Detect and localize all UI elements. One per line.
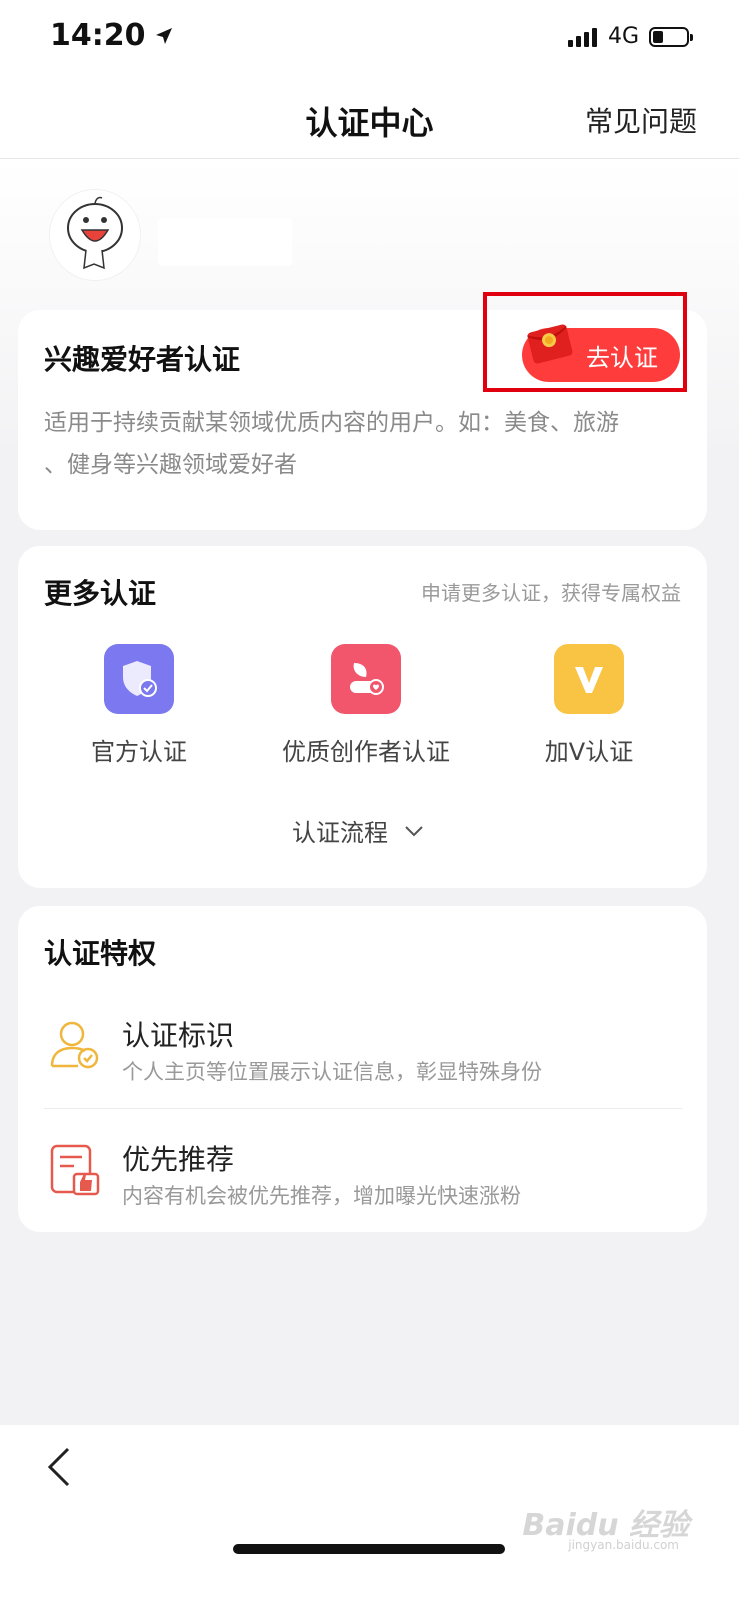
shield-check-icon (123, 661, 157, 697)
more-card-subtitle: 申请更多认证，获得专属权益 (421, 581, 681, 605)
status-indicators: 4G (567, 24, 693, 49)
official-verification-icon[interactable] (104, 644, 174, 714)
v-verification-label[interactable]: 加V认证 (520, 732, 658, 767)
thumbs-up-doc-icon (50, 1144, 100, 1196)
quality-creator-verification-label[interactable]: 优质创作者认证 (268, 732, 464, 767)
official-verification-label[interactable]: 官方认证 (60, 732, 218, 767)
username-placeholder (158, 218, 292, 266)
location-arrow-icon (155, 27, 172, 44)
avatar[interactable] (50, 190, 140, 280)
network-label: 4G (607, 24, 639, 49)
v-badge-icon (575, 667, 603, 693)
home-indicator (233, 1544, 505, 1554)
interest-card-description-line2: 、健身等兴趣领域爱好者 (44, 452, 297, 478)
v-verification-icon[interactable] (554, 644, 624, 714)
privilege-badge-title: 认证标识 (122, 1019, 235, 1052)
status-time: 14:20 (50, 18, 174, 53)
back-chevron-icon[interactable] (44, 1446, 74, 1488)
privilege-badge-desc: 个人主页等位置展示认证信息，彰显特殊身份 (122, 1060, 542, 1084)
verification-flow-toggle[interactable]: 认证流程 (292, 813, 424, 848)
more-card-title: 更多认证 (44, 577, 157, 610)
chevron-down-icon (405, 825, 423, 836)
highlight-annotation-box (483, 292, 687, 392)
privilege-recommend-title: 优先推荐 (122, 1143, 235, 1176)
privilege-recommend-desc: 内容有机会被优先推荐，增加曝光快速涨粉 (122, 1184, 521, 1208)
battery-icon (649, 26, 693, 47)
quality-creator-verification-icon[interactable] (331, 644, 401, 714)
interest-card-description-line1: 适用于持续贡献某领域优质内容的用户。如：美食、旅游 (44, 410, 619, 436)
avatar-cartoon-icon (50, 190, 140, 280)
faq-link[interactable]: 常见问题 (585, 100, 697, 140)
watermark-url: jingyan.baidu.com (568, 1538, 679, 1552)
user-check-icon (50, 1021, 99, 1069)
privileges-card-title: 认证特权 (44, 937, 157, 970)
interest-card-title: 兴趣爱好者认证 (44, 343, 241, 376)
verification-flow-label: 认证流程 (292, 819, 388, 847)
creator-icon (350, 663, 384, 695)
signal-icon (567, 27, 597, 47)
privileges-divider (44, 1108, 682, 1109)
header-divider (0, 158, 739, 159)
status-time-text: 14:20 (50, 18, 146, 53)
